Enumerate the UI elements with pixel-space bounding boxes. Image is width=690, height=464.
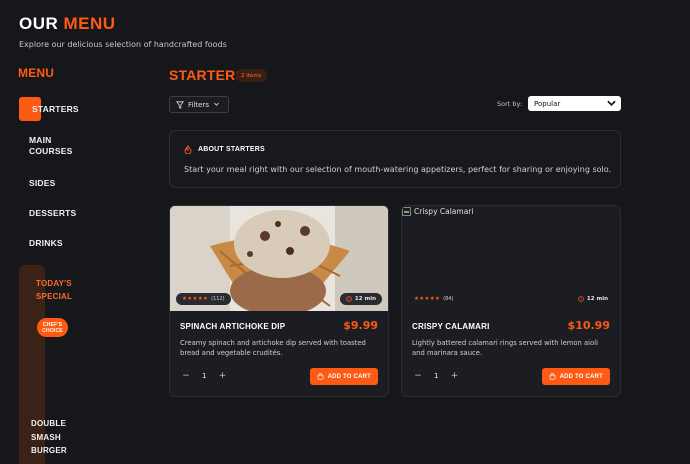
menu-card: ★★★★★ (112) 12 min SPINACH ARTICHOKE DIP…	[169, 205, 389, 397]
sort-value: Popular	[534, 99, 561, 108]
clock-icon	[346, 296, 352, 302]
item-name: CRISPY CALAMARI	[412, 322, 490, 331]
prep-time-badge: 12 min	[572, 293, 614, 305]
increase-button[interactable]: +	[448, 370, 460, 382]
about-text: Start your meal right with our selection…	[184, 165, 612, 174]
filter-icon	[176, 100, 184, 109]
about-title-row: ABOUT STARTERS	[184, 145, 265, 154]
quantity-stepper: − 1 +	[412, 370, 460, 382]
decrease-button[interactable]: −	[412, 370, 424, 382]
page-title-word2: MENU	[63, 14, 116, 33]
sort-label: Sort by:	[497, 100, 523, 108]
menu-card: Crispy Calamari ★★★★★ (84) 12 min CRISPY…	[401, 205, 621, 397]
flame-icon	[184, 145, 192, 154]
item-description: Lightly battered calamari rings served w…	[412, 339, 599, 357]
add-to-cart-button[interactable]: ADD TO CART	[541, 368, 610, 385]
about-title: ABOUT STARTERS	[198, 146, 265, 153]
items-count-badge: 2 items	[236, 69, 267, 82]
page-subtitle: Explore our delicious selection of handc…	[19, 40, 227, 49]
filters-label: Filters	[188, 100, 209, 109]
cart-icon	[317, 373, 323, 380]
sidebar-item-sides[interactable]: SIDES	[29, 178, 89, 189]
quantity-stepper: − 1 +	[180, 370, 228, 382]
rating-count: (112)	[211, 296, 225, 302]
add-to-cart-label: ADD TO CART	[559, 373, 603, 380]
decrease-button[interactable]: −	[180, 370, 192, 382]
image-alt-text: Crispy Calamari	[414, 207, 474, 216]
add-to-cart-button[interactable]: ADD TO CART	[309, 368, 378, 385]
chevron-down-icon	[214, 102, 219, 106]
item-description: Creamy spinach and artichoke dip served …	[180, 339, 366, 357]
sidebar-item-starters[interactable]: STARTERS	[32, 104, 92, 115]
quantity-value: 1	[434, 372, 439, 380]
sidebar-title: MENU	[18, 66, 55, 80]
sidebar-item-drinks[interactable]: DRINKS	[29, 238, 89, 249]
add-to-cart-label: ADD TO CART	[327, 373, 371, 380]
quantity-value: 1	[202, 372, 207, 380]
rating-badge: ★★★★★ (84)	[408, 293, 459, 305]
broken-image-alt: Crispy Calamari	[402, 207, 473, 216]
page-title: OUR MENU	[19, 14, 116, 34]
sort-select[interactable]: Popular	[528, 96, 621, 111]
item-name: SPINACH ARTICHOKE DIP	[180, 322, 286, 331]
about-section: ABOUT STARTERS Start your meal right wit…	[169, 130, 621, 188]
sidebar-item-desserts[interactable]: DESSERTS	[29, 208, 89, 219]
rating-stars: ★★★★★	[182, 296, 209, 302]
cart-icon	[549, 373, 555, 380]
chevron-down-icon	[607, 100, 616, 106]
rating-stars: ★★★★★	[414, 296, 441, 302]
item-price: $10.99	[567, 319, 610, 332]
prep-time-badge: 12 min	[339, 293, 382, 305]
section-title: STARTERS	[169, 67, 246, 83]
page-title-word1: OUR	[19, 14, 59, 33]
special-item-name[interactable]: DOUBLE SMASH BURGER	[31, 417, 67, 458]
broken-image-icon	[402, 207, 411, 216]
prep-time: 12 min	[586, 296, 608, 302]
item-price: $9.99	[343, 319, 378, 332]
clock-icon	[578, 296, 584, 302]
rating-badge: ★★★★★ (112)	[176, 293, 231, 305]
prep-time: 12 min	[354, 296, 376, 302]
special-label: TODAY'S SPECIAL	[36, 279, 73, 301]
increase-button[interactable]: +	[216, 370, 228, 382]
chef-choice-badge: CHEF'S CHOICE	[37, 318, 68, 337]
sidebar-item-main-courses[interactable]: MAIN COURSES	[29, 135, 72, 157]
filters-button[interactable]: Filters	[169, 96, 229, 113]
rating-count: (84)	[443, 296, 454, 302]
